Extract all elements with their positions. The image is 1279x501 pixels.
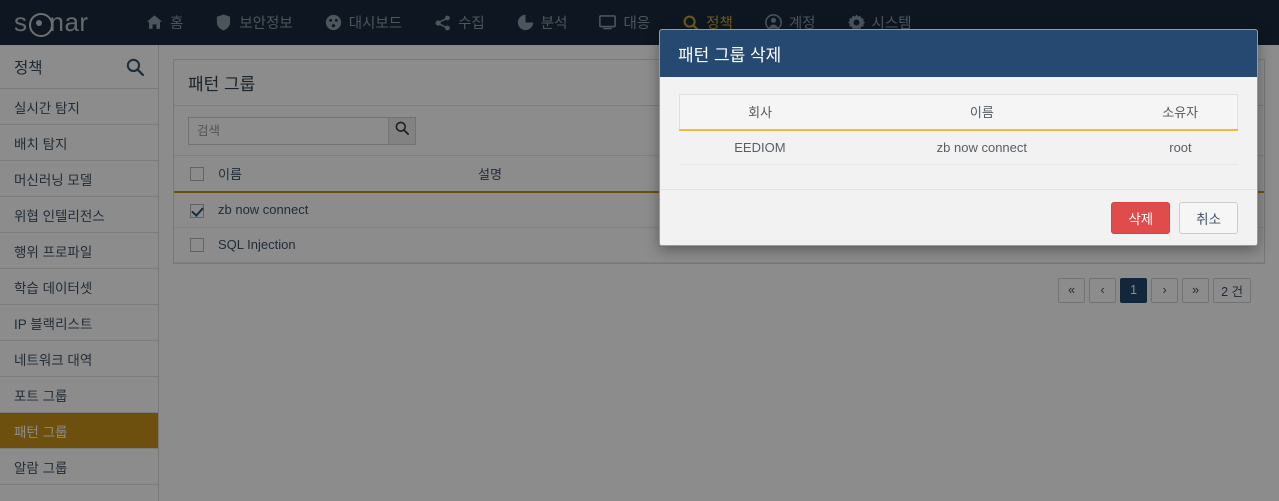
- dialog-table-body: EEDIOM zb now connect root: [679, 129, 1238, 165]
- cancel-button[interactable]: 취소: [1179, 201, 1238, 234]
- app-root: s nar 홈 보안정보 대시보드 수집 분석 대응 정책 계정 시스템 정책 …: [0, 0, 1279, 501]
- dialog-row-company: EEDIOM: [679, 129, 841, 165]
- dialog-column-header-owner: 소유자: [1123, 94, 1239, 131]
- dialog-table: 회사 이름 소유자 EEDIOM zb now connect root: [679, 94, 1239, 165]
- delete-button[interactable]: 삭제: [1111, 201, 1171, 234]
- dialog-row-owner: root: [1123, 129, 1238, 165]
- delete-pattern-group-dialog: 패턴 그룹 삭제 회사 이름 소유자 EEDIOM zb now connect…: [659, 29, 1258, 246]
- dialog-title: 패턴 그룹 삭제: [678, 46, 782, 65]
- dialog-footer: 삭제 취소: [660, 189, 1257, 245]
- dialog-header: 패턴 그룹 삭제: [660, 30, 1257, 77]
- dialog-row-name: zb now connect: [840, 129, 1124, 165]
- dialog-table-header: 회사 이름 소유자: [679, 94, 1239, 131]
- table-row: EEDIOM zb now connect root: [679, 129, 1238, 165]
- dialog-column-header-name: 이름: [840, 94, 1124, 131]
- dialog-column-header-company: 회사: [679, 94, 841, 131]
- dialog-body: 회사 이름 소유자 EEDIOM zb now connect root: [660, 77, 1257, 189]
